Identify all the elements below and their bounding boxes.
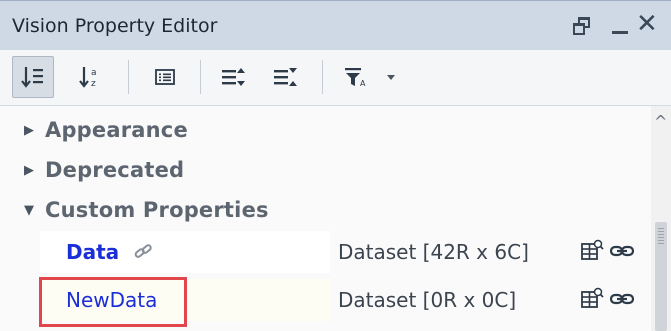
- vertical-scrollbar[interactable]: ^: [651, 106, 671, 331]
- svg-text:z: z: [91, 79, 96, 89]
- category-appearance[interactable]: ▶ Appearance: [0, 110, 651, 150]
- property-row-data[interactable]: Data Dataset [42R x 6C]: [40, 231, 651, 273]
- property-name: Data: [66, 240, 120, 264]
- minimize-icon[interactable]: [612, 31, 628, 34]
- highlight-box: [39, 277, 187, 327]
- binding-link-icon: [134, 244, 152, 258]
- property-binding-icon[interactable]: [610, 239, 634, 263]
- scroll-up-icon[interactable]: ^: [654, 112, 667, 131]
- restore-icon[interactable]: [573, 17, 591, 35]
- expand-all-icon: [222, 68, 245, 86]
- property-value: Dataset [42R x 6C]: [338, 240, 529, 264]
- scroll-thumb[interactable]: [655, 222, 667, 331]
- dataset-viewer-icon[interactable]: [580, 287, 604, 311]
- property-editor-panel: Vision Property Editor ✕ a z A ▶ Appeara…: [0, 0, 671, 331]
- filter-dropdown-button[interactable]: [378, 56, 404, 98]
- sort-categorized-icon: [21, 67, 43, 88]
- sort-categorized-button[interactable]: [12, 56, 54, 98]
- dataset-viewer-icon[interactable]: [580, 239, 604, 263]
- close-icon[interactable]: ✕: [636, 9, 658, 39]
- property-binding-icon[interactable]: [610, 287, 634, 311]
- title-bar: Vision Property Editor ✕: [0, 0, 671, 50]
- expand-all-button[interactable]: [212, 56, 254, 98]
- expand-arrow-icon[interactable]: ▶: [24, 163, 34, 178]
- collapse-all-icon: [274, 68, 297, 86]
- svg-text:A: A: [360, 79, 366, 88]
- category-label: Custom Properties: [45, 198, 269, 222]
- dropdown-arrow-icon: [387, 75, 395, 80]
- details-icon: [155, 69, 175, 85]
- expand-arrow-icon[interactable]: ▶: [24, 123, 34, 138]
- sort-alphabetical-icon: a z: [79, 67, 97, 89]
- category-custom-properties[interactable]: ▼ Custom Properties: [0, 190, 651, 230]
- toolbar: a z A: [0, 50, 671, 106]
- filter-button[interactable]: A: [334, 56, 376, 98]
- filter-icon: A: [345, 68, 366, 88]
- category-label: Deprecated: [45, 158, 185, 182]
- category-label: Appearance: [45, 118, 188, 142]
- collapse-all-button[interactable]: [264, 56, 306, 98]
- property-value: Dataset [0R x 0C]: [338, 288, 517, 312]
- collapse-arrow-icon[interactable]: ▼: [24, 203, 34, 218]
- category-deprecated[interactable]: ▶ Deprecated: [0, 150, 651, 190]
- window-title: Vision Property Editor: [12, 15, 218, 37]
- sort-alphabetical-button[interactable]: a z: [70, 56, 112, 98]
- svg-text:a: a: [91, 68, 97, 78]
- details-button[interactable]: [144, 56, 186, 98]
